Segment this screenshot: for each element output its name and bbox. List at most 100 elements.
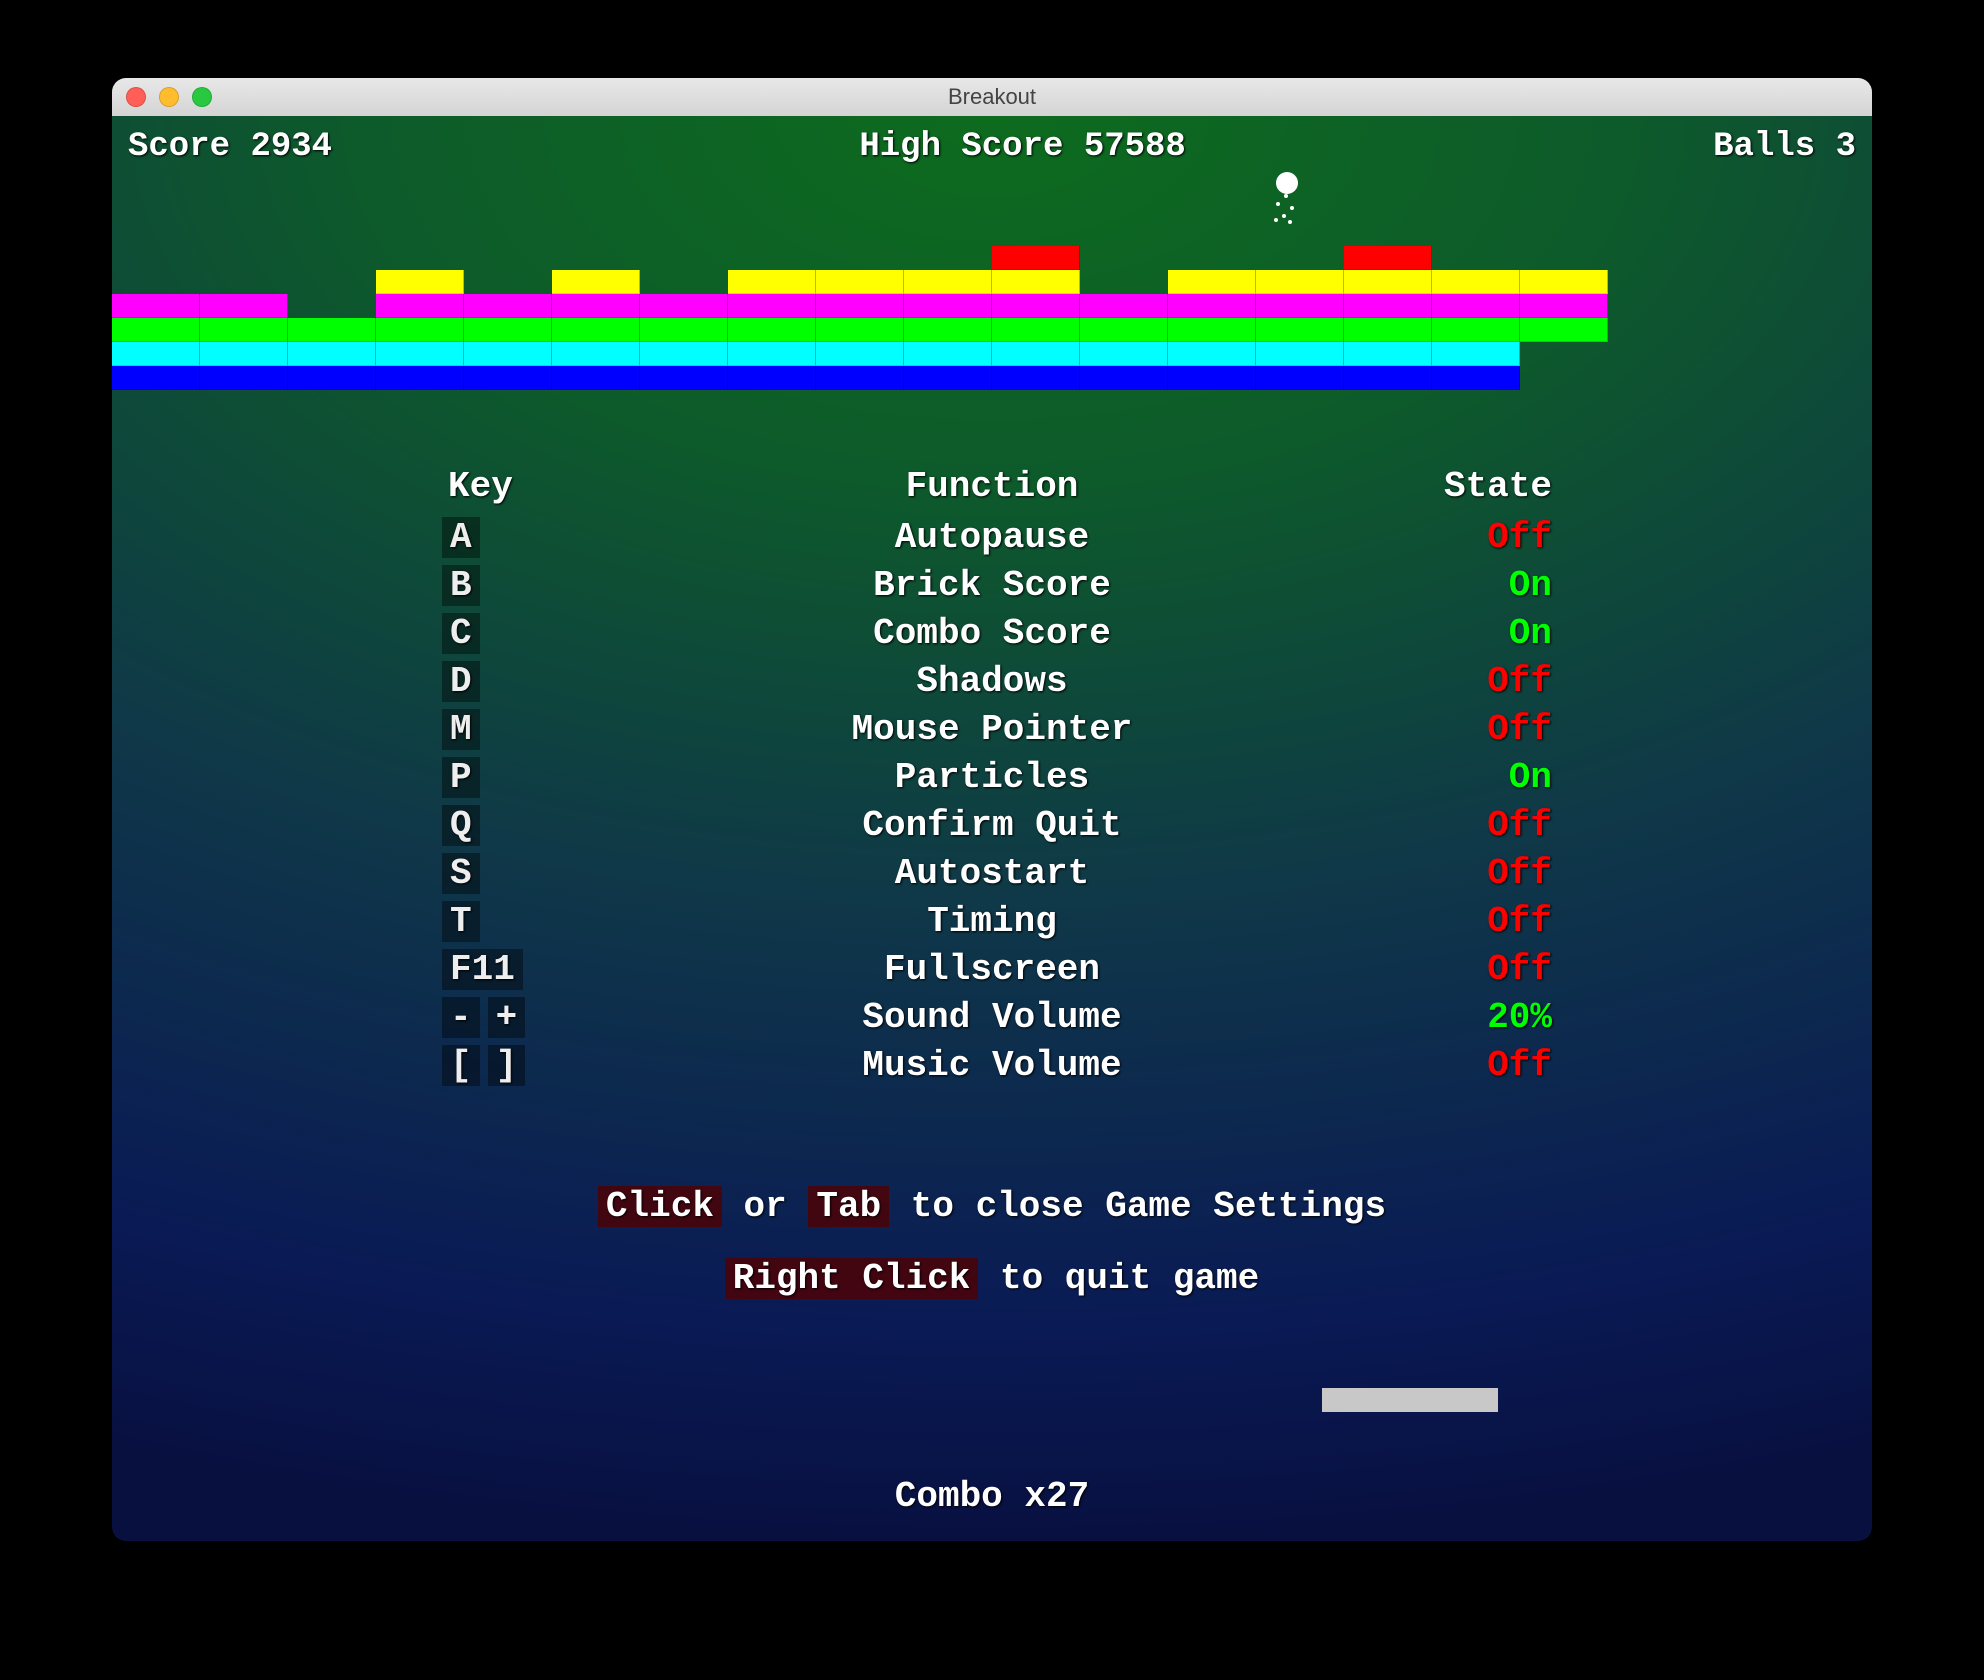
window-title: Breakout xyxy=(112,84,1872,110)
keycap[interactable]: A xyxy=(442,517,480,558)
brick xyxy=(288,318,376,342)
hint-close: Click or Tab to close Game Settings xyxy=(112,1186,1872,1227)
brick xyxy=(640,366,728,390)
highscore-display: High Score 57588 xyxy=(859,128,1185,166)
empty-slot xyxy=(1608,246,1696,270)
settings-row: BBrick ScoreOn xyxy=(402,561,1582,609)
key-cell: B xyxy=(402,565,622,606)
keycap[interactable]: D xyxy=(442,661,480,702)
keycap[interactable]: P xyxy=(442,757,480,798)
function-label: Music Volume xyxy=(622,1045,1362,1086)
brick xyxy=(1344,366,1432,390)
keycap-click[interactable]: Click xyxy=(598,1186,722,1227)
keycap[interactable]: + xyxy=(488,997,526,1038)
state-value: Off xyxy=(1362,805,1582,846)
keycap[interactable]: S xyxy=(442,853,480,894)
brick xyxy=(1344,246,1432,270)
settings-row: SAutostartOff xyxy=(402,849,1582,897)
state-value: Off xyxy=(1362,517,1582,558)
keycap[interactable]: C xyxy=(442,613,480,654)
combo-display: Combo x27 xyxy=(112,1476,1872,1517)
brick xyxy=(904,366,992,390)
function-label: Shadows xyxy=(622,661,1362,702)
brick xyxy=(552,342,640,366)
brick-row xyxy=(112,342,1696,366)
key-cell: S xyxy=(402,853,622,894)
brick xyxy=(1168,342,1256,366)
empty-slot xyxy=(288,294,376,318)
score-display: Score 2934 xyxy=(128,128,332,166)
game-canvas[interactable]: Score 2934 High Score 57588 Balls 3 Key … xyxy=(112,116,1872,1541)
brick xyxy=(1344,270,1432,294)
empty-slot xyxy=(1520,246,1608,270)
brick xyxy=(1520,270,1608,294)
state-value: 20% xyxy=(1362,997,1582,1038)
brick xyxy=(1080,318,1168,342)
header-state: State xyxy=(1362,466,1582,507)
empty-slot xyxy=(1608,318,1696,342)
brick xyxy=(992,270,1080,294)
brick xyxy=(1080,342,1168,366)
empty-slot xyxy=(640,246,728,270)
keycap-right-click[interactable]: Right Click xyxy=(725,1258,979,1299)
titlebar: Breakout xyxy=(112,78,1872,116)
brick xyxy=(728,270,816,294)
key-cell: C xyxy=(402,613,622,654)
brick xyxy=(992,366,1080,390)
brick xyxy=(1168,270,1256,294)
settings-row: TTimingOff xyxy=(402,897,1582,945)
settings-row: []Music VolumeOff xyxy=(402,1041,1582,1089)
empty-slot xyxy=(1608,342,1696,366)
state-value: On xyxy=(1362,757,1582,798)
keycap[interactable]: Q xyxy=(442,805,480,846)
brick xyxy=(1432,294,1520,318)
function-label: Confirm Quit xyxy=(622,805,1362,846)
brick xyxy=(1256,342,1344,366)
brick xyxy=(816,318,904,342)
brick-row xyxy=(112,294,1696,318)
empty-slot xyxy=(288,270,376,294)
key-cell: T xyxy=(402,901,622,942)
app-window: Breakout Score 2934 High Score 57588 Bal… xyxy=(112,78,1872,1541)
brick xyxy=(1168,366,1256,390)
brick xyxy=(376,270,464,294)
brick-row xyxy=(112,366,1696,390)
keycap[interactable]: - xyxy=(442,997,480,1038)
brick-row xyxy=(112,318,1696,342)
keycap[interactable]: M xyxy=(442,709,480,750)
key-cell: Q xyxy=(402,805,622,846)
brick xyxy=(1080,366,1168,390)
brick xyxy=(992,294,1080,318)
settings-header: Key Function State xyxy=(402,466,1582,507)
keycap-tab[interactable]: Tab xyxy=(808,1186,889,1227)
function-label: Autostart xyxy=(622,853,1362,894)
brick xyxy=(640,294,728,318)
key-cell: [] xyxy=(402,1045,622,1086)
settings-row: MMouse PointerOff xyxy=(402,705,1582,753)
empty-slot xyxy=(1608,366,1696,390)
brick xyxy=(728,318,816,342)
function-label: Mouse Pointer xyxy=(622,709,1362,750)
ball xyxy=(1276,172,1298,194)
brick xyxy=(1344,342,1432,366)
brick xyxy=(728,342,816,366)
function-label: Combo Score xyxy=(622,613,1362,654)
state-value: Off xyxy=(1362,1045,1582,1086)
brick xyxy=(200,366,288,390)
brick xyxy=(376,318,464,342)
state-value: Off xyxy=(1362,949,1582,990)
empty-slot xyxy=(640,270,728,294)
key-cell: A xyxy=(402,517,622,558)
brick xyxy=(904,342,992,366)
keycap[interactable]: B xyxy=(442,565,480,606)
brick xyxy=(640,342,728,366)
paddle[interactable] xyxy=(1322,1388,1498,1412)
brick xyxy=(1520,318,1608,342)
keycap[interactable]: [ xyxy=(442,1045,480,1086)
function-label: Autopause xyxy=(622,517,1362,558)
keycap[interactable]: ] xyxy=(488,1045,526,1086)
brick xyxy=(288,342,376,366)
settings-row: -+Sound Volume20% xyxy=(402,993,1582,1041)
keycap[interactable]: F11 xyxy=(442,949,523,990)
keycap[interactable]: T xyxy=(442,901,480,942)
